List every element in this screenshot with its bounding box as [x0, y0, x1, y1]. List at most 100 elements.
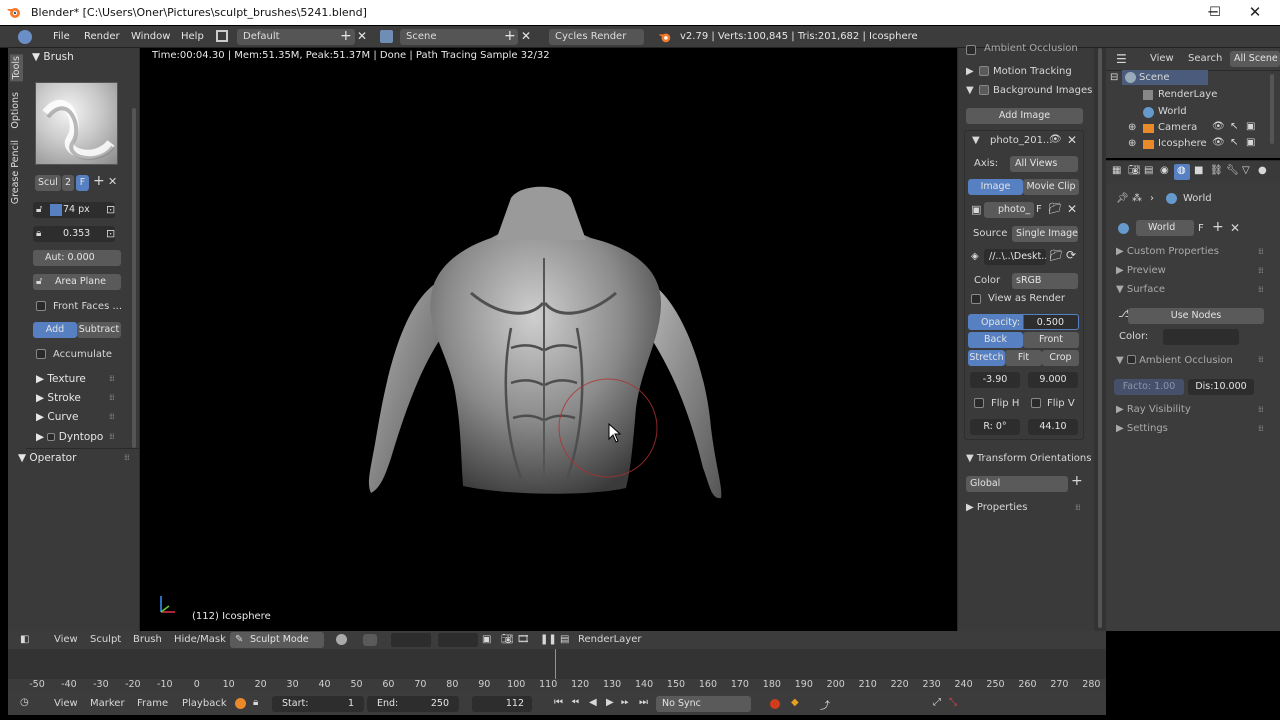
- ao-distance-field[interactable]: Dis:10.000: [1188, 379, 1254, 395]
- panel-grip[interactable]: ⁞⁞⁞: [1258, 405, 1264, 414]
- panel-grip[interactable]: ⁞⁞⁞: [109, 393, 115, 402]
- tab-movie-clip-source[interactable]: Movie Clip: [1023, 179, 1079, 195]
- open-image-folder-icon[interactable]: 📁︎: [1048, 202, 1062, 215]
- sync-mode-selector[interactable]: No Sync: [656, 696, 751, 712]
- panel-grip[interactable]: ⁞⁞⁞: [1258, 266, 1264, 275]
- background-images-checkbox[interactable]: [979, 85, 989, 95]
- jump-keyframe-back-icon[interactable]: ⏪︎: [571, 697, 579, 708]
- settings-header[interactable]: ▶ Settings: [1116, 423, 1168, 434]
- close-window-button[interactable]: ✕: [1232, 0, 1278, 25]
- layout-selector[interactable]: Default: [237, 29, 355, 45]
- dyntopo-panel-header[interactable]: ▶ Dyntopo: [36, 431, 103, 443]
- ao-factor-field[interactable]: Facto: 1.00: [1114, 379, 1184, 395]
- source-selector[interactable]: Single Image: [1012, 226, 1078, 242]
- add-layout-icon[interactable]: +: [340, 28, 352, 44]
- subtract-direction-button[interactable]: Subtract: [77, 322, 121, 338]
- viewport-shading-icon[interactable]: [336, 634, 347, 645]
- brush-strength-field[interactable]: 0.353: [33, 226, 115, 242]
- flip-v-checkbox[interactable]: [1031, 398, 1041, 408]
- custom-properties-header[interactable]: ▶ Custom Properties: [1116, 246, 1219, 257]
- preview-range-icon[interactable]: [235, 698, 246, 709]
- timeline-menu-frame[interactable]: Frame: [137, 698, 168, 709]
- new-brush-icon[interactable]: +: [93, 173, 105, 189]
- icosphere-select-arrow-icon[interactable]: ↖: [1230, 137, 1238, 148]
- jump-keyframe-forward-icon[interactable]: ⏩︎: [621, 697, 629, 708]
- orientation-selector[interactable]: Global: [966, 476, 1068, 492]
- panel-grip[interactable]: ⁞⁞⁞: [124, 453, 130, 462]
- size-field[interactable]: 44.10: [1028, 419, 1078, 435]
- image-visibility-eye-icon[interactable]: 👁︎: [1049, 134, 1062, 145]
- remove-layout-icon[interactable]: ✕: [357, 29, 367, 43]
- add-direction-button[interactable]: Add: [33, 322, 77, 338]
- layers-selector[interactable]: [391, 633, 431, 647]
- tab-options[interactable]: Options: [10, 92, 21, 129]
- tab-grease-pencil[interactable]: Grease Pencil: [10, 140, 21, 204]
- outliner-item-icosphere[interactable]: Icosphere: [1158, 138, 1207, 148]
- object-context-icon[interactable]: ■: [1194, 165, 1203, 176]
- mode-selector[interactable]: Sculpt Mode: [230, 632, 324, 648]
- info-editor-icon[interactable]: [18, 30, 32, 44]
- timeline-menu-playback[interactable]: Playback: [182, 698, 227, 709]
- axis-selector[interactable]: All Views: [1010, 156, 1078, 172]
- add-scene-icon[interactable]: +: [504, 28, 516, 44]
- remove-image-icon[interactable]: ✕: [1067, 133, 1077, 147]
- outliner-item-world[interactable]: World: [1158, 106, 1187, 117]
- stroke-panel-header[interactable]: ▶ Stroke: [36, 392, 81, 404]
- end-frame-field[interactable]: End: 250: [367, 696, 459, 712]
- sculpt-plane-selector[interactable]: Area Plane: [33, 274, 121, 290]
- crop-frame-button[interactable]: Crop: [1042, 350, 1079, 366]
- scene-expand-icon[interactable]: ⊟: [1110, 72, 1118, 83]
- menu-window[interactable]: Window: [131, 31, 170, 42]
- material-context-icon[interactable]: ●: [1258, 165, 1267, 176]
- scene-icon[interactable]: [380, 30, 393, 43]
- timeline-menu-view[interactable]: View: [54, 698, 78, 709]
- image-collapse-icon[interactable]: ▼: [972, 135, 980, 146]
- unlink-world-icon[interactable]: ✕: [1230, 221, 1240, 235]
- render-layer-name[interactable]: RenderLayer: [578, 634, 641, 645]
- camera-render-icon[interactable]: ▣: [1246, 121, 1255, 132]
- current-frame-field[interactable]: 112: [472, 696, 532, 712]
- render-context-icon[interactable]: 📷︎: [1128, 165, 1141, 176]
- keying-set-icon[interactable]: ◆: [791, 697, 799, 708]
- brush-users-count[interactable]: 2: [62, 175, 74, 191]
- world-color-swatch[interactable]: [1163, 329, 1239, 345]
- new-world-icon[interactable]: +: [1212, 219, 1224, 235]
- ray-visibility-header[interactable]: ▶ Ray Visibility: [1116, 404, 1191, 415]
- offset-y-field[interactable]: 9.000: [1028, 372, 1078, 388]
- curve-panel-header[interactable]: ▶ Curve: [36, 411, 78, 423]
- motion-tracking-checkbox[interactable]: [979, 66, 989, 76]
- panel-grip[interactable]: ⁞⁞⁞: [1075, 503, 1081, 512]
- texture-panel-header[interactable]: ▶ Texture: [36, 373, 86, 385]
- tab-tools[interactable]: Tools: [10, 54, 23, 82]
- header-menu-hide-mask[interactable]: Hide/Mask: [174, 634, 226, 645]
- properties-panel-header[interactable]: ▶ Properties: [966, 502, 1027, 513]
- outliner-item-camera[interactable]: Camera: [1158, 122, 1197, 133]
- remove-scene-icon[interactable]: ✕: [521, 29, 531, 43]
- fit-frame-button[interactable]: Fit: [1005, 350, 1042, 366]
- tab-image-source[interactable]: Image: [968, 179, 1023, 195]
- menu-help[interactable]: Help: [181, 31, 204, 42]
- header-menu-sculpt[interactable]: Sculpt: [90, 634, 121, 645]
- play-icon[interactable]: ▶: [606, 697, 614, 708]
- transform-orientations-header[interactable]: ▼ Transform Orientations: [966, 453, 1091, 464]
- header-menu-view[interactable]: View: [54, 634, 78, 645]
- menu-file[interactable]: File: [53, 31, 70, 42]
- modifiers-context-icon[interactable]: 🔧︎: [1226, 165, 1239, 176]
- back-depth-button[interactable]: Back: [968, 332, 1023, 348]
- camera-select-arrow-icon[interactable]: ↖: [1230, 121, 1238, 132]
- opengl-render-icon[interactable]: 📷︎: [501, 634, 514, 645]
- jump-end-icon[interactable]: ⏭︎: [639, 697, 648, 708]
- pin-icon[interactable]: 📌︎: [1116, 193, 1129, 204]
- pause-render-icon[interactable]: ❚❚: [540, 634, 557, 645]
- autosmooth-field[interactable]: Aut: 0.000: [33, 250, 121, 266]
- outliner-editor-icon[interactable]: ☰: [1116, 52, 1127, 66]
- use-nodes-button[interactable]: Use Nodes: [1128, 308, 1264, 324]
- 3d-view-editor-icon[interactable]: ◧: [20, 634, 29, 645]
- expand-area-icon[interactable]: ⤢: [933, 697, 941, 708]
- rotation-field[interactable]: R: 0°: [970, 419, 1020, 435]
- brush-name-field[interactable]: Scul: [35, 175, 61, 191]
- sculpted-torso-model[interactable]: [361, 178, 731, 523]
- toolshelf-scrollbar[interactable]: [132, 108, 136, 448]
- flip-h-checkbox[interactable]: [974, 398, 984, 408]
- outliner-view-menu[interactable]: View: [1150, 53, 1174, 64]
